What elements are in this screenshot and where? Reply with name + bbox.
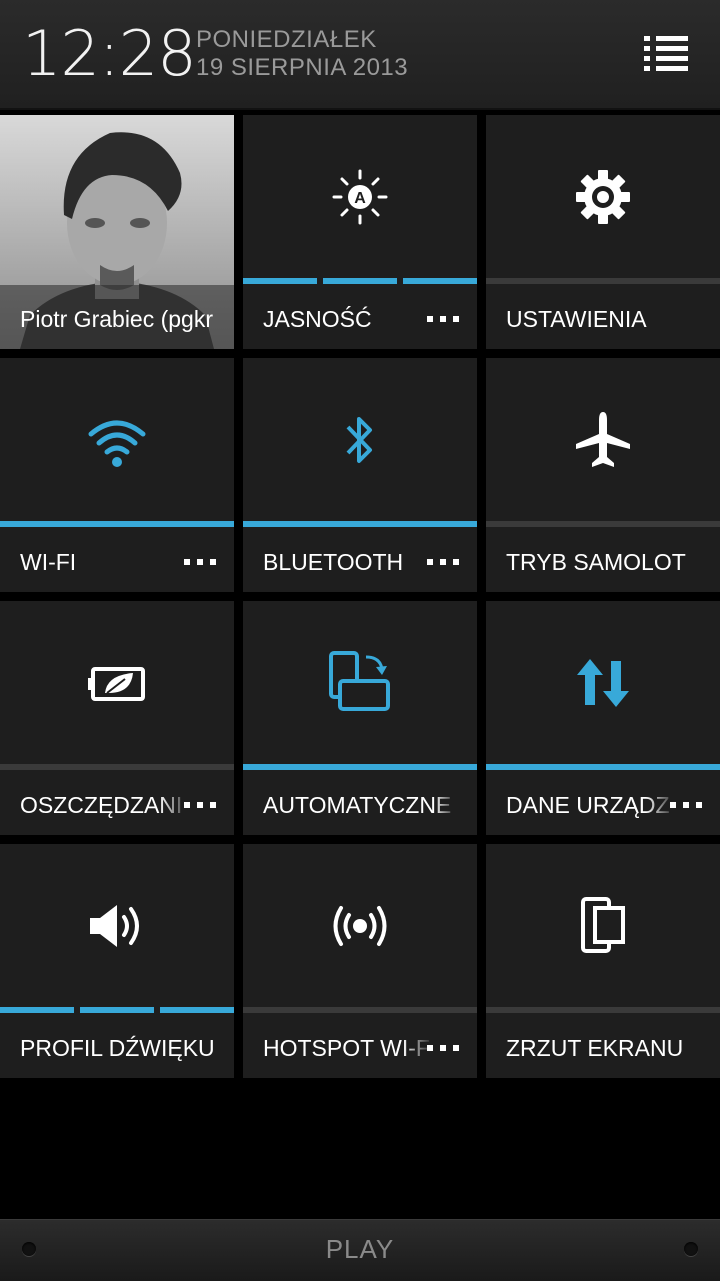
more-options-icon[interactable]	[184, 796, 218, 814]
more-options-icon[interactable]	[670, 796, 704, 814]
airplane-state-bar	[486, 521, 720, 527]
tile-hotspot-label: HOTSPOT WI-F	[263, 1035, 430, 1061]
mobile-data-icon	[486, 643, 720, 723]
tile-screenshot[interactable]: ZRZUT EKRANU	[486, 844, 720, 1078]
tile-bluetooth[interactable]: BLUETOOTH	[243, 358, 477, 592]
tile-brightness-label: JASNOŚĆ	[263, 306, 372, 332]
tile-sound-label: PROFIL DŹWIĘKU	[20, 1035, 215, 1061]
tile-settings[interactable]: USTAWIENIA	[486, 115, 720, 349]
tile-screenshot-label: ZRZUT EKRANU	[506, 1035, 684, 1061]
volume-icon	[0, 886, 234, 966]
tile-settings-label: USTAWIENIA	[506, 306, 647, 332]
more-options-icon[interactable]	[427, 310, 461, 328]
tile-auto-rotate-label: AUTOMATYCZNE O	[263, 792, 457, 818]
full-date: 19 SIERPNIA 2013	[196, 54, 409, 81]
hotspot-state-bar	[243, 1007, 477, 1013]
more-options-icon[interactable]	[427, 553, 461, 571]
tile-airplane-mode[interactable]: TRYB SAMOLOT	[486, 358, 720, 592]
tile-mobile-data[interactable]: DANE URZĄDZ	[486, 601, 720, 835]
settings-bar	[486, 278, 720, 284]
auto-rotate-icon	[243, 643, 477, 723]
bluetooth-state-bar	[243, 521, 477, 527]
tile-auto-rotate[interactable]: AUTOMATYCZNE O	[243, 601, 477, 835]
svg-text:A: A	[354, 190, 366, 207]
tile-power-saver-label: OSZCZĘDZANI	[20, 792, 183, 818]
brightness-level-bar[interactable]	[243, 278, 477, 284]
tile-hotspot[interactable]: HOTSPOT WI-F	[243, 844, 477, 1078]
screenshot-icon	[486, 886, 720, 966]
tile-mobile-data-label: DANE URZĄDZ	[506, 792, 670, 818]
sound-level-bar[interactable]	[0, 1007, 234, 1013]
list-menu-icon[interactable]	[640, 30, 696, 76]
bluetooth-icon	[243, 400, 477, 480]
notification-drawer-handle[interactable]: PLAY	[0, 1219, 720, 1281]
wifi-icon	[0, 400, 234, 480]
power-saver-state-bar	[0, 764, 234, 770]
auto-rotate-state-bar	[243, 764, 477, 770]
auto-brightness-icon: A	[243, 157, 477, 237]
wifi-state-bar	[0, 521, 234, 527]
power-saver-battery-icon	[0, 643, 234, 723]
screenshot-bar	[486, 1007, 720, 1013]
tile-profile[interactable]: Piotr Grabiec (pgkr	[0, 115, 234, 349]
clock: 12:28	[22, 17, 197, 90]
more-options-icon[interactable]	[427, 1039, 461, 1057]
handle-knob-right	[684, 1242, 698, 1256]
tile-brightness[interactable]: A JASNOŚĆ	[243, 115, 477, 349]
hotspot-icon	[243, 886, 477, 966]
tile-wifi[interactable]: WI-FI	[0, 358, 234, 592]
profile-name: Piotr Grabiec (pgkr	[20, 306, 214, 332]
tile-sound-profile[interactable]: PROFIL DŹWIĘKU	[0, 844, 234, 1078]
more-options-icon[interactable]	[184, 553, 218, 571]
date-block: PONIEDZIAŁEK 19 SIERPNIA 2013	[196, 26, 408, 82]
tile-wifi-label: WI-FI	[20, 549, 77, 575]
day-of-week: PONIEDZIAŁEK	[196, 26, 377, 53]
tile-bluetooth-label: BLUETOOTH	[263, 549, 404, 575]
mobile-data-state-bar	[486, 764, 720, 770]
airplane-icon	[486, 400, 720, 480]
status-header: 12:28 PONIEDZIAŁEK 19 SIERPNIA 2013	[0, 0, 720, 110]
tile-power-saver[interactable]: OSZCZĘDZANI	[0, 601, 234, 835]
settings-gear-icon	[486, 157, 720, 237]
carrier-name: PLAY	[325, 1234, 395, 1264]
tile-airplane-label: TRYB SAMOLOT	[506, 549, 686, 575]
